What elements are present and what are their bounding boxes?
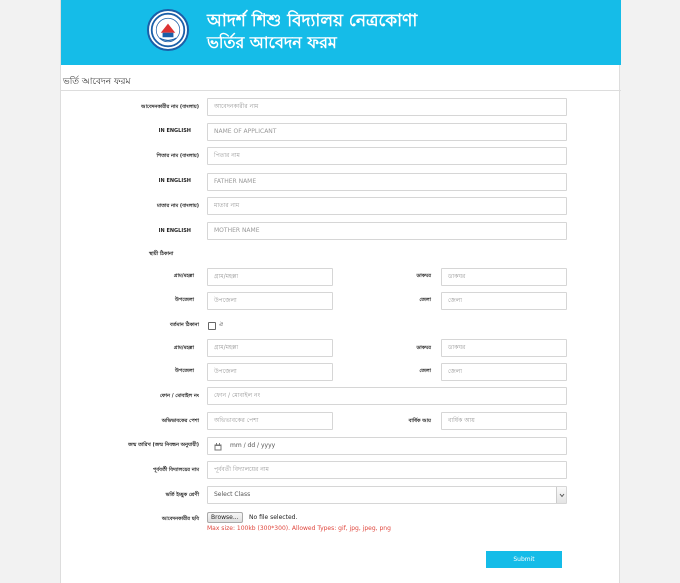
photo-hint: Max size: 100kb (300*300). Allowed Types… <box>207 525 391 532</box>
pres-district-label: জেলা <box>419 368 431 374</box>
perm-upazila-input[interactable]: উপজেলা <box>207 292 333 310</box>
same-address-checkbox-label: ঐ <box>219 322 224 328</box>
perm-district-label: জেলা <box>419 297 431 303</box>
pres-district-input[interactable]: জেলা <box>441 363 567 381</box>
submit-button[interactable]: Submit <box>486 551 562 568</box>
annual-income-input[interactable]: বার্ষিক আয় <box>441 412 567 430</box>
mother-name-en-input[interactable]: MOTHER NAME <box>207 222 567 240</box>
applicant-name-bn-label: আবেদনকারীর নাম (বাংলায়) <box>141 104 199 110</box>
perm-post-input[interactable]: ডাকঘর <box>441 268 567 286</box>
perm-upazila-label: উপজেলা <box>175 297 194 303</box>
annual-income-label: বার্ষিক আয় <box>408 418 431 424</box>
applicant-name-bn-input[interactable]: আবেদনকারীর নাম <box>207 98 567 116</box>
class-select-value: Select Class <box>214 491 251 498</box>
previous-school-input[interactable]: পূর্ববর্তী বিদ্যালয়ের নাম <box>207 461 567 479</box>
guardian-occupation-input[interactable]: অভিভাবকের পেশা <box>207 412 333 430</box>
father-name-bn-label: পিতার নাম (বাংলায়) <box>156 153 199 159</box>
pres-village-input[interactable]: গ্রাম/মহল্লা <box>207 339 333 357</box>
perm-village-label: গ্রাম/মহল্লা <box>173 273 194 279</box>
present-address-label: বর্তমান ঠিকানা <box>170 322 199 328</box>
guardian-occupation-label: অভিভাবকের পেশা <box>161 418 199 424</box>
browse-button[interactable]: Browse... <box>207 512 243 523</box>
father-name-en-label: IN ENGLISH <box>158 178 191 184</box>
phone-input[interactable]: ফোন / মোবাইল নং <box>207 387 567 405</box>
class-select[interactable]: Select Class <box>207 486 567 504</box>
same-address-checkbox[interactable] <box>208 322 216 330</box>
mother-name-en-label: IN ENGLISH <box>158 228 191 234</box>
application-page: আদর্শ শিশু বিদ্যালয় নেত্রকোণা ভর্তির আব… <box>60 0 621 583</box>
birth-date-label: জন্ম তারিখ (জন্ম নিবন্ধন অনুযায়ী) <box>128 442 199 448</box>
school-name: আদর্শ শিশু বিদ্যালয় নেত্রকোণা <box>207 11 418 31</box>
pres-upazila-label: উপজেলা <box>175 368 194 374</box>
applicant-name-en-input[interactable]: NAME OF APPLICANT <box>207 123 567 141</box>
pres-post-input[interactable]: ডাকঘর <box>441 339 567 357</box>
mother-name-bn-label: মাতার নাম (বাংলায়) <box>157 203 199 209</box>
phone-label: ফোন / মোবাইল নং <box>159 393 199 399</box>
form-title: ভর্তি আবেদন ফরম <box>63 77 131 87</box>
previous-school-label: পূর্ববর্তী বিদ্যালয়ের নাম <box>152 467 199 473</box>
file-status: No file selected. <box>249 514 298 521</box>
perm-village-input[interactable]: গ্রাম/মহল্লা <box>207 268 333 286</box>
pres-post-label: ডাকঘর <box>416 345 431 351</box>
divider <box>61 90 621 91</box>
applicant-name-en-label: IN ENGLISH <box>158 128 191 134</box>
chevron-down-icon[interactable] <box>556 487 566 503</box>
father-name-bn-input[interactable]: পিতার নাম <box>207 147 567 165</box>
birth-date-value: mm / dd / yyyy <box>230 442 276 449</box>
perm-district-input[interactable]: জেলা <box>441 292 567 310</box>
perm-post-label: ডাকঘর <box>416 273 431 279</box>
permanent-address-label: স্থায়ী ঠিকানা <box>149 251 174 257</box>
class-label: ভর্তি ইচ্ছুক শ্রেণী <box>165 492 199 498</box>
mother-name-bn-input[interactable]: মাতার নাম <box>207 197 567 215</box>
father-name-en-input[interactable]: FATHER NAME <box>207 173 567 191</box>
pres-village-label: গ্রাম/মহল্লা <box>173 345 194 351</box>
pres-upazila-input[interactable]: উপজেলা <box>207 363 333 381</box>
photo-label: আবেদনকারীর ছবি <box>161 516 199 522</box>
school-crest-icon <box>147 9 189 51</box>
birth-date-input[interactable]: mm / dd / yyyy <box>207 437 567 455</box>
header-banner: আদর্শ শিশু বিদ্যালয় নেত্রকোণা ভর্তির আব… <box>61 0 621 65</box>
calendar-icon[interactable] <box>214 442 222 451</box>
form-name: ভর্তির আবেদন ফরম <box>207 33 337 52</box>
